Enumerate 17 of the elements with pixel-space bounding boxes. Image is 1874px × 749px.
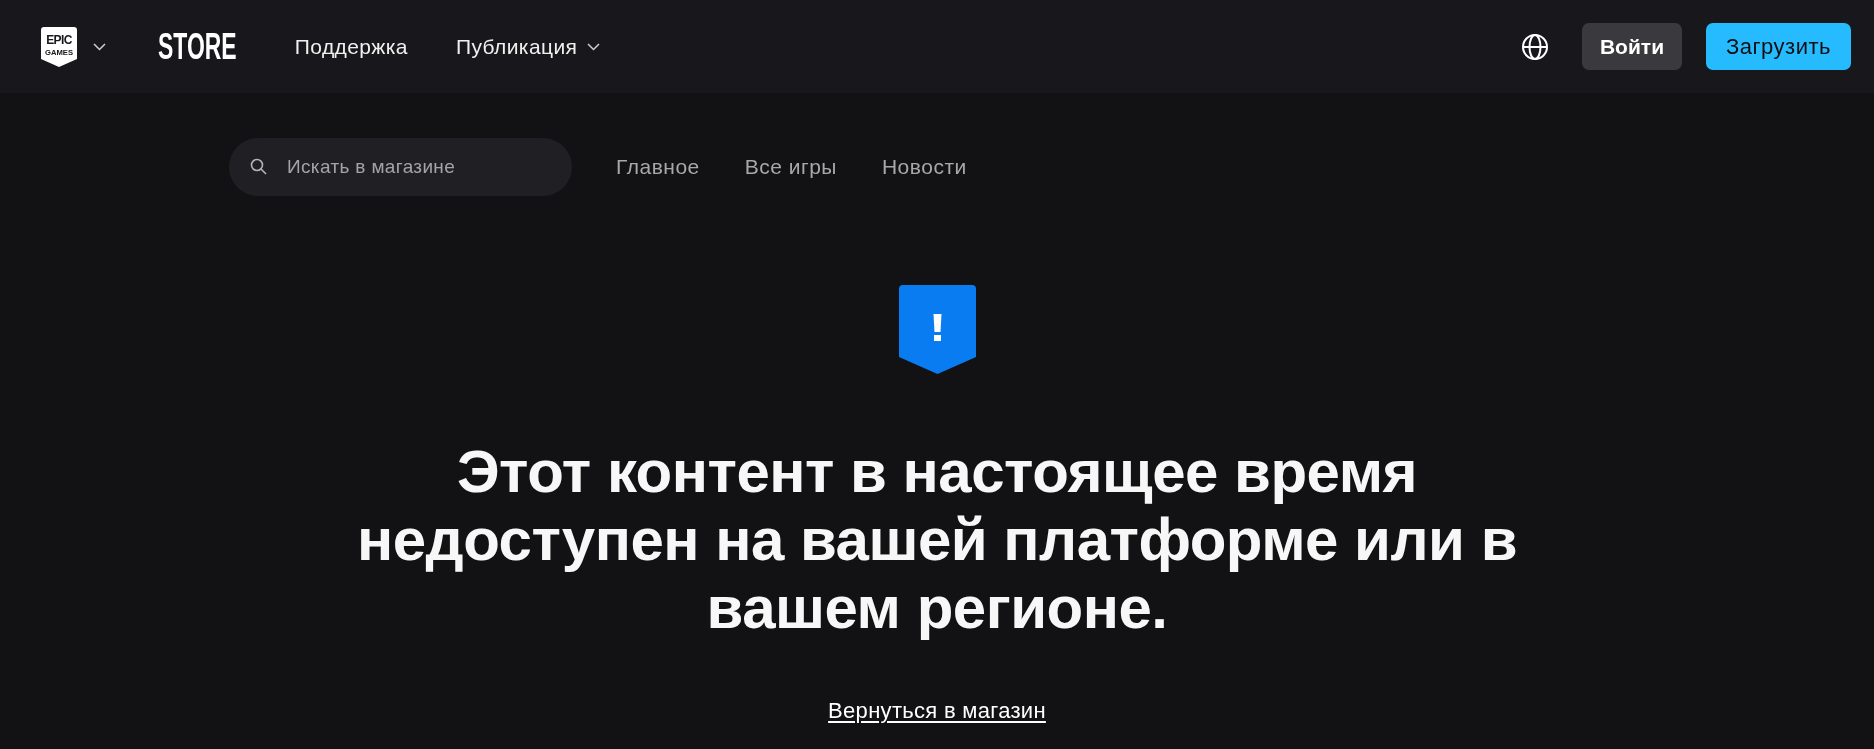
nav-link[interactable]: Поддержка	[294, 33, 408, 60]
alert-shield-icon	[898, 285, 976, 374]
globe-icon[interactable]	[1520, 31, 1550, 62]
store-nav-link[interactable]: Все игры	[744, 151, 837, 183]
store-link[interactable]: STORE	[158, 28, 237, 65]
nav-dropdown-button[interactable]: Публикация	[455, 33, 601, 60]
sign-in-button[interactable]: Войти	[1582, 23, 1682, 70]
chevron-down-icon	[587, 42, 601, 51]
search-icon	[250, 158, 267, 175]
download-button[interactable]: Загрузить	[1706, 23, 1851, 70]
store-nav-link[interactable]: Главное	[616, 151, 700, 183]
back-to-store-link[interactable]: Вернуться в магазин	[828, 698, 1046, 724]
search-field[interactable]: Искать в магазине	[229, 138, 572, 196]
logo[interactable]: EPIC GAMES	[41, 26, 77, 67]
message-heading: Этот контент в настоящее время недоступен на вашей платформе или в вашем регионе.	[355, 438, 1519, 642]
chevron-down-icon[interactable]	[93, 42, 106, 51]
store-nav-link[interactable]: Новости	[881, 151, 967, 183]
